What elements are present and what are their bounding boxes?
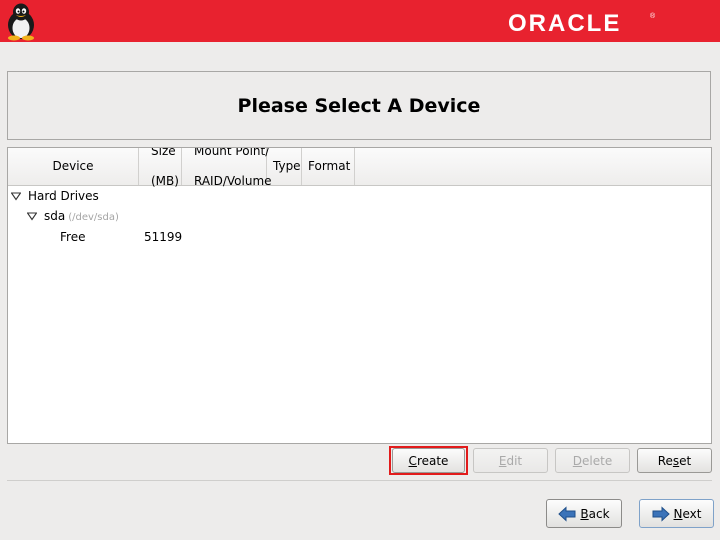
table-row-sda[interactable]: sda (/dev/sda) [8, 206, 711, 226]
expander-triangle-icon[interactable] [27, 211, 37, 221]
delete-button[interactable]: Delete [555, 448, 630, 473]
header-banner: ORACLE ® [0, 0, 720, 42]
row-label-sda: sda (/dev/sda) [44, 209, 119, 223]
edit-button[interactable]: Edit [473, 448, 548, 473]
row-size-free: 51199 [144, 230, 183, 244]
separator [7, 480, 712, 481]
column-header-format[interactable]: Format [302, 148, 355, 185]
reset-button[interactable]: Re s et [637, 448, 712, 473]
device-path: (/dev/sda) [68, 212, 119, 223]
arrow-left-icon [558, 505, 576, 522]
column-header-mount-point[interactable]: Mount Point/RAID/Volume [182, 148, 272, 188]
back-button[interactable]: Back [546, 499, 622, 528]
tux-penguin-icon [8, 3, 34, 41]
create-button[interactable]: Create [392, 448, 465, 473]
page-title: Please Select A Device [237, 95, 481, 117]
svg-text:ORACLE: ORACLE [508, 10, 621, 35]
next-button[interactable]: Next [639, 499, 714, 528]
oracle-logo: ORACLE ® [508, 10, 656, 35]
table-row-hard-drives[interactable]: Hard Drives [8, 186, 711, 206]
title-panel: Please Select A Device [7, 71, 711, 140]
column-header-type[interactable]: Type [267, 148, 302, 185]
expander-triangle-icon[interactable] [11, 191, 21, 201]
column-header-size[interactable]: Size (MB) [139, 148, 182, 188]
arrow-right-icon [652, 505, 670, 522]
column-header-device[interactable]: Device [8, 148, 139, 185]
row-label-hard-drives: Hard Drives [28, 189, 99, 203]
device-table[interactable]: Device Size (MB) Mount Point/RAID/Volume … [7, 147, 712, 444]
svg-text:®: ® [650, 12, 656, 20]
table-header: Device Size (MB) Mount Point/RAID/Volume … [8, 148, 711, 188]
row-label-free: Free [60, 230, 86, 244]
table-row-free[interactable]: Free 51199 [8, 227, 711, 247]
